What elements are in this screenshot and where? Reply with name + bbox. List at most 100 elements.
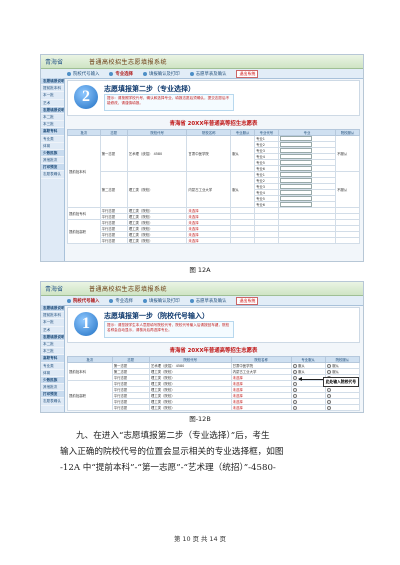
volunteer-table: 批次 志愿 院校代号 院校名称 专业服从 专业代号 专业 院校服从 提前批本科 … <box>67 129 360 244</box>
sidebar-item[interactable]: 专业类 <box>41 136 64 143</box>
sidebar-item[interactable]: 志愿填报说明 <box>41 78 64 86</box>
instruction-paragraph: 九、在进入“志愿填报第二步（专业选择）”后，考生 输入正确的院校代号的位置会显示… <box>60 428 360 476</box>
sidebar-item[interactable]: 本三批 <box>41 121 64 129</box>
radio-icon[interactable] <box>326 369 332 375</box>
sidebar-item[interactable]: 其他批次 <box>41 384 64 392</box>
major-dropdown[interactable] <box>279 166 312 171</box>
tab-confirm-print[interactable]: 填报确认及打印 <box>142 298 180 304</box>
school-name-cell: 未选择 <box>230 404 292 412</box>
figure-caption-12b: 图-12B <box>189 415 211 423</box>
major-dropdown[interactable] <box>279 172 312 177</box>
major-dropdown[interactable] <box>279 196 312 201</box>
table-row: 平行志愿 理工类（院校） 未选择 <box>68 404 361 412</box>
major-dropdown[interactable] <box>279 148 312 153</box>
sidebar-item[interactable]: 高职专科 <box>41 128 64 136</box>
step-title: 志愿填报第一步（院校代号输入） <box>104 312 209 320</box>
major-dropdown[interactable] <box>279 190 312 195</box>
radio-icon[interactable] <box>292 399 297 405</box>
radio-icon[interactable] <box>326 363 332 369</box>
sidebar: 志愿填报说明 提前批本科 本一批 艺术 志愿填报说明 本二批 本三批 高职专科 … <box>41 305 65 412</box>
sidebar-item[interactable]: 志愿表确认 <box>41 398 64 406</box>
major-dropdown[interactable] <box>279 178 312 183</box>
sidebar-item[interactable]: 本三批 <box>41 348 64 356</box>
sidebar-item[interactable]: 本一批 <box>41 92 64 100</box>
sidebar-item[interactable]: 本二批 <box>41 341 64 349</box>
obey-cell[interactable]: 服从 <box>230 135 255 172</box>
exit-button[interactable]: 退出系统 <box>236 296 259 305</box>
sidebar-item[interactable]: 艺术 <box>41 327 64 334</box>
radio-icon[interactable] <box>326 405 332 411</box>
radio-icon[interactable] <box>326 399 332 405</box>
province-label: 青海省 <box>45 286 64 293</box>
school-obey-radio[interactable] <box>324 404 361 412</box>
sidebar-item[interactable]: 艺术 <box>41 100 64 107</box>
batch-cell: 提前批本科 <box>67 361 113 382</box>
empty-cell <box>254 237 279 244</box>
sidebar-item[interactable]: 志愿填报说明 <box>41 333 64 341</box>
step-box: 2 志愿填报第二步（专业选择） 提示：请按照学校代号，确认和选择专业，填报志愿后… <box>67 80 360 116</box>
sidebar-item[interactable]: 志愿填报说明 <box>41 305 64 313</box>
radio-icon[interactable] <box>292 393 297 399</box>
tab-dot-icon <box>189 298 194 303</box>
sidebar-item[interactable]: 本二批 <box>41 114 64 122</box>
major-dropdown[interactable] <box>279 154 312 159</box>
sidebar-item[interactable]: 本一批 <box>41 319 64 327</box>
radio-icon[interactable] <box>292 363 297 369</box>
radio-icon[interactable] <box>292 381 297 387</box>
sidebar-item[interactable]: 志愿表确认 <box>41 171 64 179</box>
exit-button[interactable]: 退出系统 <box>236 69 259 78</box>
sidebar: 志愿填报说明 提前批本科 本一批 艺术 志愿填报说明 本二批 本三批 高职专科 … <box>41 78 65 261</box>
school-obey-cell[interactable]: 不服从 <box>335 171 360 208</box>
sidebar-item[interactable]: 其他批次 <box>41 157 64 165</box>
sidebar-item[interactable]: 体育 <box>41 370 64 377</box>
radio-icon[interactable] <box>292 369 297 375</box>
major-dropdown[interactable] <box>279 184 312 189</box>
batch-cell: 提前批高职 <box>67 219 101 244</box>
batch-cell: 提前批高职 <box>67 380 113 412</box>
major-dropdown[interactable] <box>279 136 312 141</box>
tab-major-select[interactable]: 专业选择 <box>109 298 133 304</box>
form-title: 青海省 20XX年普通高等招生志愿表 <box>169 348 258 354</box>
volunteer-cell: 第一志愿 <box>99 135 128 172</box>
sidebar-item[interactable]: 少数民族 <box>41 149 64 158</box>
tab-major-select[interactable]: 专业选择 <box>109 71 133 77</box>
tab-draft[interactable]: 志愿草表及确认 <box>189 298 226 304</box>
tab-confirm-print[interactable]: 填报确认及打印 <box>142 71 180 77</box>
sidebar-item[interactable]: 提前批本科 <box>41 312 64 320</box>
tab-school-code[interactable]: 院校代号输入 <box>67 71 99 77</box>
system-title: 普通高校招生志愿填报系统 <box>89 59 168 66</box>
batch-cell: 提前批本科 <box>67 135 101 208</box>
radio-icon[interactable] <box>326 387 332 393</box>
tab-draft[interactable]: 志愿草表及确认 <box>189 71 226 77</box>
major-dropdown[interactable] <box>279 160 312 165</box>
step-tip: 提示：请按照学校代号，确认和选择专业，填报志愿后须确认，提交志愿后不能修改，请谨… <box>104 94 234 111</box>
radio-icon[interactable] <box>326 393 332 399</box>
sidebar-item[interactable]: 专业类 <box>41 363 64 370</box>
sidebar-item[interactable]: 打印预览 <box>41 391 64 399</box>
empty-cell <box>230 237 255 244</box>
screenshot-12a: 青海省 普通高校招生志愿填报系统 院校代号输入 专业选择 填报确认及打印 志愿草… <box>40 54 364 262</box>
step-number-icon: 2 <box>74 85 98 109</box>
step-title: 志愿填报第二步（专业选择） <box>104 85 195 93</box>
sidebar-item[interactable]: 打印预览 <box>41 164 64 172</box>
radio-icon[interactable] <box>292 405 297 411</box>
sidebar-item[interactable]: 志愿填报说明 <box>41 106 64 114</box>
obey-cell[interactable]: 服从 <box>230 171 255 208</box>
radio-icon[interactable] <box>292 375 297 381</box>
radio-icon[interactable] <box>292 387 297 393</box>
sidebar-item[interactable]: 体育 <box>41 143 64 150</box>
tab-school-code[interactable]: 院校代号输入 <box>67 298 99 304</box>
school-obey-cell[interactable]: 不服从 <box>335 135 360 172</box>
volunteer-table: 批次 志愿 院校代号 院校名称 专业服从 院校服从 提前批本科 第一志愿 艺术理… <box>67 356 361 412</box>
paragraph-line: 输入正确的院校代号的位置会显示相关的专业选择框，如图 <box>60 447 284 457</box>
tab-dot-icon <box>189 71 194 76</box>
sidebar-item[interactable]: 提前批本科 <box>41 85 64 93</box>
main-panel: 2 志愿填报第二步（专业选择） 提示：请按照学校代号，确认和选择专业，填报志愿后… <box>67 80 360 259</box>
app-header: 青海省 普通高校招生志愿填报系统 <box>41 55 363 69</box>
major-dropdown[interactable] <box>279 142 312 147</box>
sidebar-item[interactable]: 少数民族 <box>41 376 64 385</box>
code-input[interactable]: 理工类（院校） <box>148 404 232 412</box>
sidebar-item[interactable]: 高职专科 <box>41 355 64 363</box>
major-dropdown[interactable] <box>279 202 312 207</box>
obey-radio[interactable] <box>290 404 326 412</box>
